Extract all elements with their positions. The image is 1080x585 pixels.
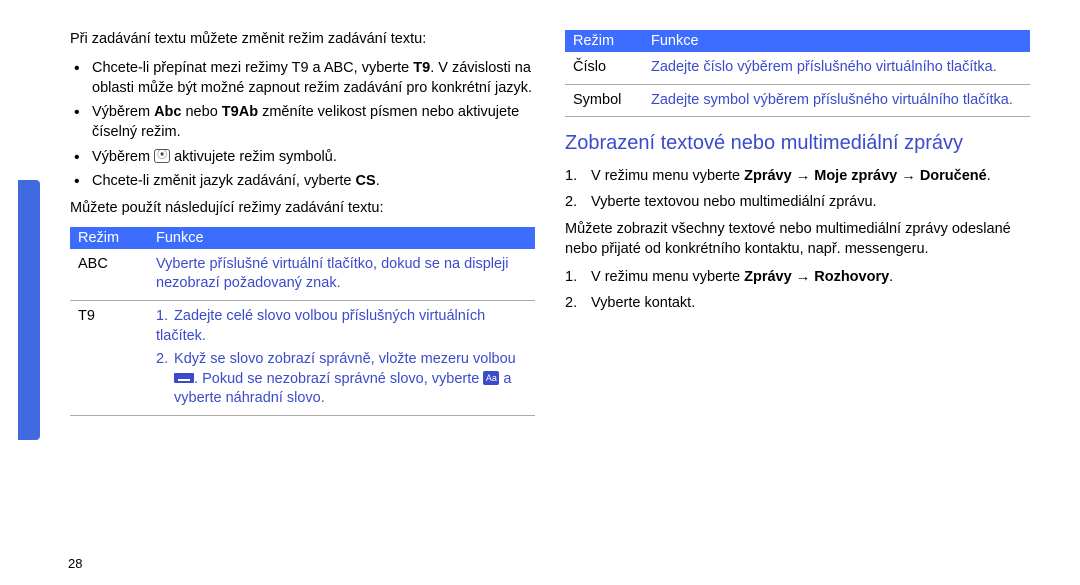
table-header: Režim bbox=[70, 227, 148, 249]
arrow: → bbox=[897, 168, 920, 184]
table-header: Režim bbox=[565, 30, 643, 52]
bold-text: Zprávy bbox=[744, 168, 792, 184]
table-row: ABC Vyberte příslušné virtuální tlačítko… bbox=[70, 249, 535, 301]
input-modes-table-cont: Režim Funkce Číslo Zadejte číslo výběrem… bbox=[565, 30, 1030, 117]
text: nebo bbox=[181, 104, 221, 120]
text: . Pokud se nezobrazí správné slovo, vybe… bbox=[194, 371, 483, 387]
bold-text: Rozhovory bbox=[814, 269, 889, 285]
symbol-mode-icon bbox=[154, 149, 170, 163]
text: . bbox=[987, 168, 991, 184]
bold-text: Moje zprávy bbox=[814, 168, 897, 184]
modes-intro: Můžete použít následující režimy zadáván… bbox=[70, 199, 535, 219]
table-header: Funkce bbox=[643, 30, 1030, 52]
bullet-list: Chcete-li přepínat mezi režimy T9 a ABC,… bbox=[70, 58, 535, 192]
text: aktivujete režim symbolů. bbox=[170, 149, 337, 165]
sidebar-tab-label: Používání základních funkcí bbox=[1, 170, 13, 329]
bold-text: T9 bbox=[413, 60, 430, 76]
space-key-icon bbox=[174, 373, 194, 383]
paragraph: Můžete zobrazit všechny textové nebo mul… bbox=[565, 220, 1030, 259]
section-title: Zobrazení textové nebo multimediální zpr… bbox=[565, 131, 1030, 156]
bold-text: T9Ab bbox=[222, 104, 258, 120]
step-item: Vyberte kontakt. bbox=[565, 293, 1030, 313]
sidebar-tab bbox=[18, 180, 40, 440]
bold-text: Abc bbox=[154, 104, 181, 120]
mode-cell: Číslo bbox=[565, 52, 643, 84]
mode-cell: T9 bbox=[70, 301, 148, 416]
text: Výběrem bbox=[92, 149, 154, 165]
intro-text: Při zadávání textu můžete změnit režim z… bbox=[70, 30, 535, 50]
text: V režimu menu vyberte bbox=[591, 269, 744, 285]
arrow: → bbox=[792, 269, 815, 285]
mode-cell: Symbol bbox=[565, 84, 643, 117]
steps-list-2: V režimu menu vyberte Zprávy → Rozhovory… bbox=[565, 267, 1030, 313]
table-row: Symbol Zadejte symbol výběrem příslušnéh… bbox=[565, 84, 1030, 117]
mode-cell: ABC bbox=[70, 249, 148, 301]
text: Zadejte celé slovo volbou příslušných vi… bbox=[156, 308, 485, 344]
bold-text: Zprávy bbox=[744, 269, 792, 285]
bold-text: CS bbox=[356, 173, 376, 189]
table-row: Číslo Zadejte číslo výběrem příslušného … bbox=[565, 52, 1030, 84]
func-cell: Zadejte číslo výběrem příslušného virtuá… bbox=[643, 52, 1030, 84]
func-cell: Zadejte symbol výběrem příslušného virtu… bbox=[643, 84, 1030, 117]
bold-text: Doručené bbox=[920, 168, 987, 184]
func-cell: Vyberte příslušné virtuální tlačítko, do… bbox=[148, 249, 535, 301]
left-column: Při zadávání textu můžete změnit režim z… bbox=[70, 30, 535, 430]
text: Když se slovo zobrazí správně, vložte me… bbox=[174, 351, 516, 367]
step-item: Vyberte textovou nebo multimediální zprá… bbox=[565, 192, 1030, 212]
word-select-icon: Aa bbox=[483, 371, 499, 385]
bullet-item: Výběrem Abc nebo T9Ab změníte velikost p… bbox=[92, 102, 535, 143]
page-number: 28 bbox=[68, 556, 82, 571]
input-modes-table: Režim Funkce ABC Vyberte příslušné virtu… bbox=[70, 227, 535, 416]
text: . bbox=[376, 173, 380, 189]
text: V režimu menu vyberte bbox=[591, 168, 744, 184]
text: Výběrem bbox=[92, 104, 154, 120]
step-item: V režimu menu vyberte Zprávy → Rozhovory… bbox=[565, 267, 1030, 287]
text: . bbox=[889, 269, 893, 285]
text: Chcete-li změnit jazyk zadávání, vyberte bbox=[92, 173, 356, 189]
arrow: → bbox=[792, 168, 815, 184]
table-row: T9 1. Zadejte celé slovo volbou příslušn… bbox=[70, 301, 535, 416]
bullet-item: Chcete-li přepínat mezi režimy T9 a ABC,… bbox=[92, 58, 535, 99]
bullet-item: Chcete-li změnit jazyk zadávání, vyberte… bbox=[92, 171, 535, 191]
steps-list-1: V režimu menu vyberte Zprávy → Moje zprá… bbox=[565, 166, 1030, 212]
bullet-item: Výběrem aktivujete režim symbolů. bbox=[92, 147, 535, 167]
right-column: Režim Funkce Číslo Zadejte číslo výběrem… bbox=[565, 30, 1030, 430]
func-cell: 1. Zadejte celé slovo volbou příslušných… bbox=[148, 301, 535, 416]
text: Chcete-li přepínat mezi režimy T9 a ABC,… bbox=[92, 60, 413, 76]
step-item: V režimu menu vyberte Zprávy → Moje zprá… bbox=[565, 166, 1030, 186]
table-header: Funkce bbox=[148, 227, 535, 249]
